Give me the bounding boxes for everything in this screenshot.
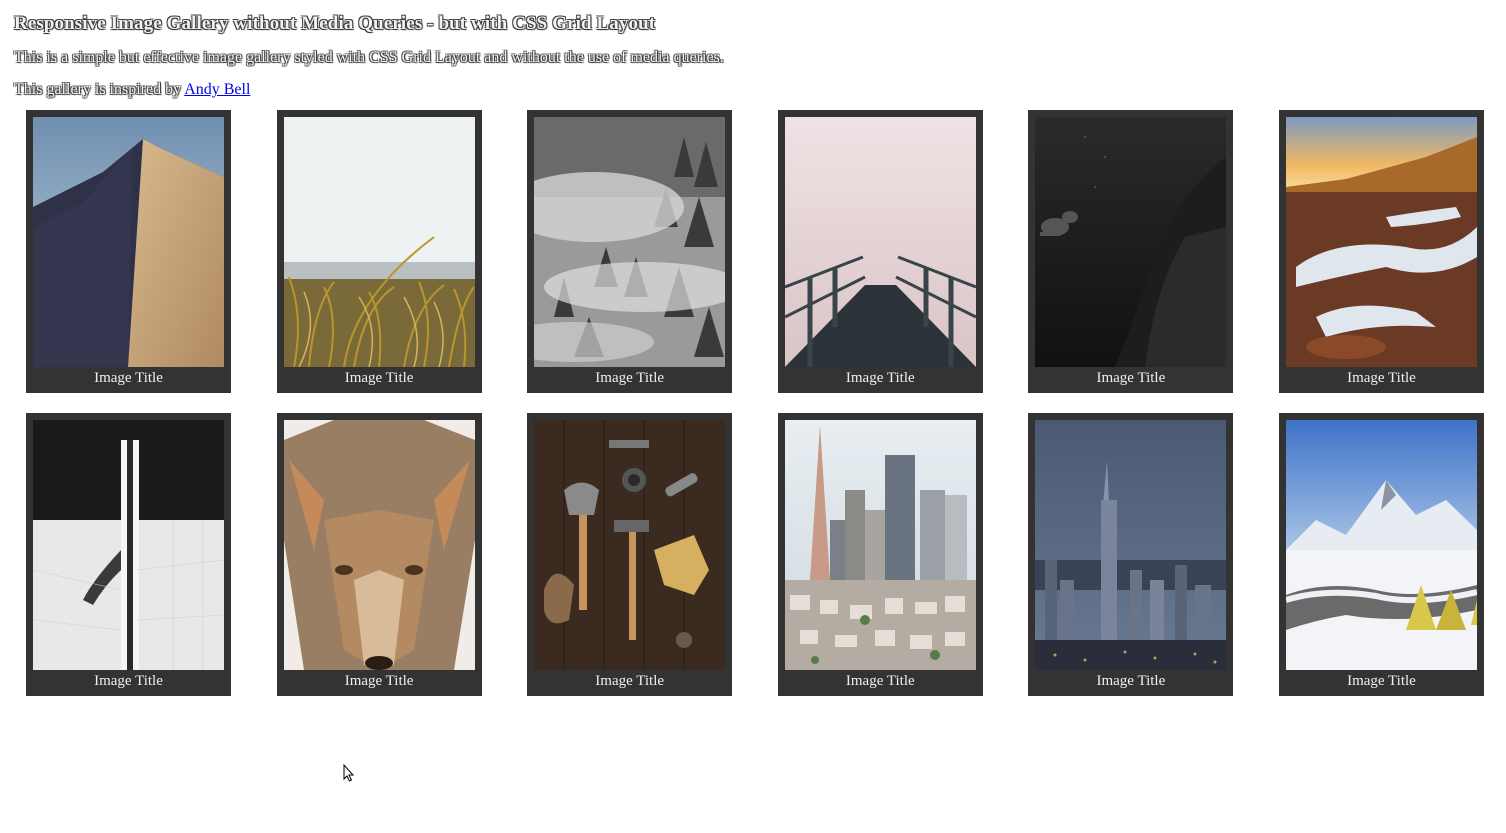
gallery-item[interactable]: Image Title [527, 413, 733, 696]
image-caption: Image Title [845, 673, 915, 689]
architecture-photo[interactable] [33, 420, 224, 670]
city-skyline-dusk-photo[interactable] [1035, 420, 1227, 670]
scuba-diver-photo[interactable] [1035, 117, 1227, 367]
intro-text: This is a simple but effective image gal… [14, 49, 724, 66]
gallery-item[interactable]: Image Title [1028, 110, 1234, 393]
image-caption: Image Title [344, 370, 414, 386]
gallery-item[interactable]: Image Title [1028, 413, 1234, 696]
gallery-item[interactable]: Image Title [777, 413, 983, 696]
image-caption: Image Title [845, 370, 915, 386]
gallery-item[interactable]: Image Title [276, 413, 482, 696]
image-caption: Image Title [1096, 673, 1166, 689]
credit-text: This gallery is inspired by Andy Bell [14, 81, 250, 99]
credit-prefix: This gallery is inspired by [14, 81, 185, 98]
sand-dune-photo[interactable] [33, 117, 224, 367]
foggy-bridge-photo[interactable] [784, 117, 976, 367]
image-caption: Image Title [1347, 673, 1416, 689]
mouse-cursor-icon [343, 764, 355, 782]
image-caption: Image Title [344, 673, 414, 689]
page-title: Responsive Image Gallery without Media Q… [14, 13, 656, 34]
gallery-item[interactable]: Image Title [527, 110, 733, 393]
gallery-item[interactable]: Image Title [26, 413, 231, 696]
image-caption: Image Title [595, 370, 665, 386]
tools-photo[interactable] [534, 420, 726, 670]
snowy-sunset-hill-photo[interactable] [1285, 117, 1477, 367]
beach-grass-photo[interactable] [283, 117, 475, 367]
gallery-item[interactable]: Image Title [26, 110, 231, 393]
image-gallery: Image Title Image Title Image Title Imag… [26, 110, 1484, 696]
coyote-photo[interactable] [283, 420, 475, 670]
image-caption: Image Title [1096, 370, 1166, 386]
gallery-item[interactable]: Image Title [1278, 110, 1484, 393]
gallery-item[interactable]: Image Title [777, 110, 983, 393]
snowy-mountain-camp-photo[interactable] [1285, 420, 1477, 670]
image-caption: Image Title [595, 673, 665, 689]
image-caption: Image Title [1347, 370, 1416, 386]
foggy-forest-photo[interactable] [534, 117, 726, 367]
san-francisco-city-photo[interactable] [784, 420, 976, 670]
image-caption: Image Title [94, 370, 163, 386]
gallery-item[interactable]: Image Title [1278, 413, 1484, 696]
image-caption: Image Title [94, 673, 163, 689]
andy-bell-link[interactable]: Andy Bell [184, 81, 250, 98]
page: Responsive Image Gallery without Media Q… [0, 0, 1506, 833]
gallery-item[interactable]: Image Title [276, 110, 482, 393]
